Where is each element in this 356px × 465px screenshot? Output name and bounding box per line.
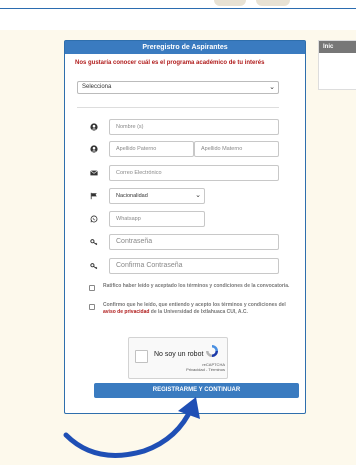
program-question: Nos gustaría conocer cuál es el programa… — [75, 60, 265, 66]
top-line — [0, 8, 356, 9]
privacy-row: Confirmo que he leído, que entiendo y ac… — [89, 302, 289, 326]
recaptcha-checkbox[interactable] — [135, 350, 148, 363]
name-row: Nombre (s) — [83, 119, 279, 135]
side-card-header: Inic — [319, 41, 356, 53]
confirm-password-field[interactable]: Confirma Contraseña — [109, 258, 279, 274]
key-icon — [83, 234, 105, 250]
whatsapp-field[interactable]: Whatsapp — [109, 211, 205, 227]
nationality-select-value: Nacionalidad — [116, 193, 148, 199]
paternal-surname-field[interactable]: Apellido Paterno — [109, 141, 194, 157]
name-field[interactable]: Nombre (s) — [109, 119, 279, 135]
user-icon — [83, 141, 105, 157]
top-decoration — [0, 0, 356, 30]
pointer-arrow-icon — [63, 397, 200, 458]
terms-text: Ratifico haber leído y aceptado los térm… — [103, 283, 290, 289]
recaptcha-widget: No soy un robot reCAPTCHA Privacidad - T… — [128, 337, 228, 379]
terms-row: Ratifico haber leído y aceptado los térm… — [89, 283, 289, 299]
envelope-icon — [83, 165, 105, 181]
form-title: Preregistro de Aspirantes — [65, 41, 305, 54]
terms-checkbox[interactable] — [89, 285, 95, 291]
chevron-down-icon: ⌄ — [269, 84, 275, 91]
password-field[interactable]: Contraseña — [109, 234, 279, 250]
flag-icon — [83, 188, 105, 204]
privacy-text-start: Confirmo que he leído, que entiendo y ac… — [103, 302, 286, 308]
decor-blob — [214, 0, 246, 6]
recaptcha-label: No soy un robot — [154, 351, 204, 358]
program-select-value: Selecciona — [82, 84, 112, 90]
whatsapp-icon — [83, 211, 105, 227]
registration-form: Preregistro de Aspirantes Nos gustaría c… — [64, 40, 306, 414]
key-icon — [83, 258, 105, 274]
recaptcha-icon — [206, 345, 218, 357]
recaptcha-terms[interactable]: Privacidad - Términos — [186, 367, 225, 372]
user-icon — [83, 119, 105, 135]
program-select[interactable]: Selecciona ⌄ — [77, 81, 279, 94]
whatsapp-row: Whatsapp — [83, 211, 279, 227]
privacy-text: Confirmo que he leído, que entiendo y ac… — [103, 302, 293, 316]
nationality-row: Nacionalidad ⌄ — [83, 188, 279, 204]
privacy-text-end: de la Universidad de Ixtlahuaca CUI, A.C… — [149, 309, 248, 315]
confirm-password-row: Confirma Contraseña — [83, 258, 279, 274]
decor-blob — [256, 0, 290, 6]
privacy-checkbox[interactable] — [89, 304, 95, 310]
privacy-link[interactable]: aviso de privacidad — [103, 309, 149, 315]
side-login-card: Inic — [318, 40, 356, 90]
email-row: Correo Electrónico — [83, 165, 279, 181]
chevron-down-icon: ⌄ — [195, 192, 201, 199]
surname-row: Apellido Paterno Apellido Materno — [83, 141, 279, 157]
nationality-select[interactable]: Nacionalidad ⌄ — [109, 188, 205, 204]
email-field[interactable]: Correo Electrónico — [109, 165, 279, 181]
maternal-surname-field[interactable]: Apellido Materno — [194, 141, 279, 157]
password-row: Contraseña — [83, 234, 279, 250]
recaptcha-brand: reCAPTCHA Privacidad - Términos — [186, 362, 225, 372]
divider — [77, 107, 279, 108]
